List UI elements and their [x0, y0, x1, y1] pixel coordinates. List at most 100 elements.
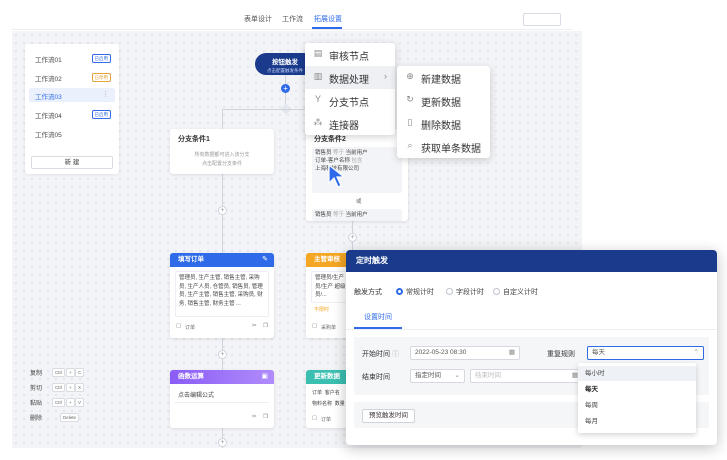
- radio-regular-timing[interactable]: 常规计时: [396, 287, 434, 297]
- update-row2: 数量: [334, 401, 345, 407]
- form-icon: ▢: [312, 415, 318, 421]
- node-title: 函数运算: [178, 373, 204, 380]
- menu-item-label: 审核节点: [329, 52, 369, 63]
- radio-label: 常规计时: [406, 289, 434, 296]
- add-node-plus-icon[interactable]: +: [348, 233, 357, 242]
- submenu-item-delete-data[interactable]: ▯ 删除数据: [397, 112, 490, 135]
- node-header: 函数运算 ▣: [170, 370, 274, 384]
- update-row: 物料名称 数量: [312, 400, 345, 407]
- workflow-name: 工作流02: [35, 76, 62, 83]
- search-icon: ⌕: [407, 140, 413, 150]
- workflow-name: 工作流05: [35, 132, 62, 139]
- branch-description: 所有数据都可进入该分支: [194, 152, 250, 158]
- shortcut-key: Ctrl: [52, 383, 65, 392]
- workflow-name: 工作流03: [35, 94, 62, 101]
- node-title: 更新数据: [314, 373, 340, 380]
- node-assignees: 管理员, 生产主管, 销售主管, 采购员, 生产人员, 仓管员, 销售员, 管理…: [175, 271, 269, 317]
- form-icon: ▢: [312, 323, 318, 329]
- workflow-item[interactable]: 工作流05: [29, 126, 115, 140]
- shortcut-key: Ctrl: [52, 368, 65, 377]
- top-action-button[interactable]: [523, 13, 561, 26]
- repeat-rule-select[interactable]: 每天 ⌃: [587, 346, 704, 360]
- menu-item-branch-node[interactable]: Y 分支节点: [305, 89, 395, 112]
- repeat-rule-value: 每天: [592, 349, 605, 356]
- tab-set-time[interactable]: 设置时间: [364, 312, 392, 322]
- radio-field-timing[interactable]: 字段计时: [446, 287, 484, 297]
- node-formula-hint: 点击编辑公式: [178, 393, 215, 399]
- dropdown-option-hourly[interactable]: 每小时: [578, 366, 696, 381]
- copy-icon[interactable]: ❐: [263, 323, 268, 329]
- add-node-plus-icon[interactable]: +: [218, 206, 227, 215]
- preview-trigger-time-button[interactable]: 预览触发时间: [362, 409, 415, 423]
- shortcut-key: V: [75, 398, 85, 407]
- shortcut-key: Ctrl: [52, 398, 65, 407]
- new-workflow-button[interactable]: 新 建: [31, 156, 113, 169]
- dropdown-option-daily[interactable]: 每天: [578, 382, 696, 397]
- workflow-item[interactable]: 工作流04 已启用: [29, 107, 115, 121]
- repeat-rule-label: 重复规则: [547, 351, 575, 358]
- or-label: 或: [356, 199, 362, 205]
- menu-item-data-process[interactable]: ▥ 数据处理 ›: [305, 66, 395, 89]
- branch-node-icon: Y: [314, 94, 321, 104]
- condition-field: 销售员: [315, 150, 332, 156]
- workflow-item[interactable]: 工作流01 已启用: [29, 51, 115, 65]
- branch-title: 分支条件2: [314, 136, 346, 143]
- radio-custom-timing[interactable]: 自定义计时: [493, 287, 538, 297]
- add-node-menu: ▤ 审核节点 ▥ 数据处理 › Y 分支节点 ⁂ 连接器: [305, 43, 395, 135]
- fill-order-node[interactable]: 填写订单 ✎ 管理员, 生产主管, 销售主管, 采购员, 生产人员, 仓管员, …: [170, 253, 274, 338]
- start-time-value: 2022-05-23 08:30: [415, 349, 467, 356]
- workflow-item-selected[interactable]: 工作流03 ⋮: [29, 88, 115, 102]
- branch-condition-1-card[interactable]: 分支条件1 所有数据都可进入该分支 点击配置分支条件: [170, 129, 274, 174]
- calendar-icon: ▦: [508, 349, 515, 356]
- form-icon: ▢: [176, 323, 182, 329]
- function-icon: ▣: [261, 373, 268, 380]
- copy-icon[interactable]: ❐: [263, 414, 268, 420]
- chevron-right-icon: ›: [384, 71, 387, 81]
- submenu-item-get-single-data[interactable]: ⌕ 获取单条数据: [397, 135, 490, 158]
- radio-selected-icon: [396, 288, 403, 295]
- menu-item-connector[interactable]: ⁂ 连接器: [305, 112, 395, 135]
- update-col2: 客户名: [324, 390, 340, 396]
- condition-operator: 等于: [333, 150, 345, 156]
- tab-workflow[interactable]: 工作流: [282, 14, 303, 24]
- condition-value: 当前用户: [345, 212, 368, 218]
- submenu-item-new-data[interactable]: ⊕ 新建数据: [397, 66, 490, 89]
- submenu-item-update-data[interactable]: ↻ 更新数据: [397, 89, 490, 112]
- end-time-input[interactable]: 结束时间 ▦: [470, 369, 583, 383]
- dialog-title: 定时触发: [346, 250, 717, 272]
- branch-condition-2-card[interactable]: 分支条件2 销售员 等于 当前用户 订单-客户名称 包含 上海科技有限公司 或 …: [306, 129, 408, 221]
- trash-icon: ▯: [407, 117, 413, 127]
- add-node-plus-icon[interactable]: +: [281, 84, 290, 93]
- add-node-plus-icon[interactable]: +: [218, 438, 227, 447]
- branch-hint: 点击配置分支条件: [201, 161, 242, 167]
- edit-icon[interactable]: ✎: [262, 253, 268, 267]
- condition-operator: 等于: [333, 212, 345, 218]
- condition-value: 当前用户: [345, 150, 368, 156]
- menu-item-audit-node[interactable]: ▤ 审核节点: [305, 43, 395, 66]
- menu-item-label: 数据处理: [329, 75, 369, 86]
- tab-extended-settings[interactable]: 拓展设置: [314, 14, 342, 24]
- cut-icon[interactable]: ✂: [252, 414, 257, 420]
- status-badge: 已启用: [91, 110, 111, 119]
- add-node-plus-icon[interactable]: +: [218, 350, 227, 359]
- more-icon[interactable]: ⋮: [102, 90, 109, 98]
- function-calc-node[interactable]: 函数运算 ▣ 点击编辑公式 ✂ ❐: [170, 370, 274, 428]
- status-badge: 已启用: [91, 54, 111, 63]
- tab-form-design[interactable]: 表单设计: [244, 14, 272, 24]
- workflow-item[interactable]: 工作流02 已停用: [29, 70, 115, 84]
- dropdown-option-weekly[interactable]: 每周: [578, 398, 696, 413]
- cut-icon[interactable]: ✂: [252, 323, 257, 329]
- audit-node-icon: ▤: [313, 48, 323, 58]
- end-time-mode-select[interactable]: 指定时间 ⌄: [410, 369, 465, 383]
- active-tab-indicator: [312, 27, 342, 29]
- node-title: 主管审核: [314, 256, 340, 263]
- dropdown-option-monthly[interactable]: 每月: [578, 414, 696, 429]
- workflow-name: 工作流01: [35, 57, 62, 64]
- shortcut-key: X: [75, 383, 85, 392]
- start-time-input[interactable]: 2022-05-23 08:30 ▦: [410, 346, 520, 360]
- top-tab-bar: 表单设计 工作流 拓展设置: [12, 8, 572, 30]
- workflow-list-panel: 工作流01 已启用 工作流02 已停用 工作流03 ⋮ 工作流04 已启用 工作…: [25, 44, 119, 174]
- node-form-name: 采购单: [321, 325, 337, 331]
- status-badge: 已停用: [91, 73, 111, 82]
- menu-item-label: 分支节点: [329, 98, 369, 109]
